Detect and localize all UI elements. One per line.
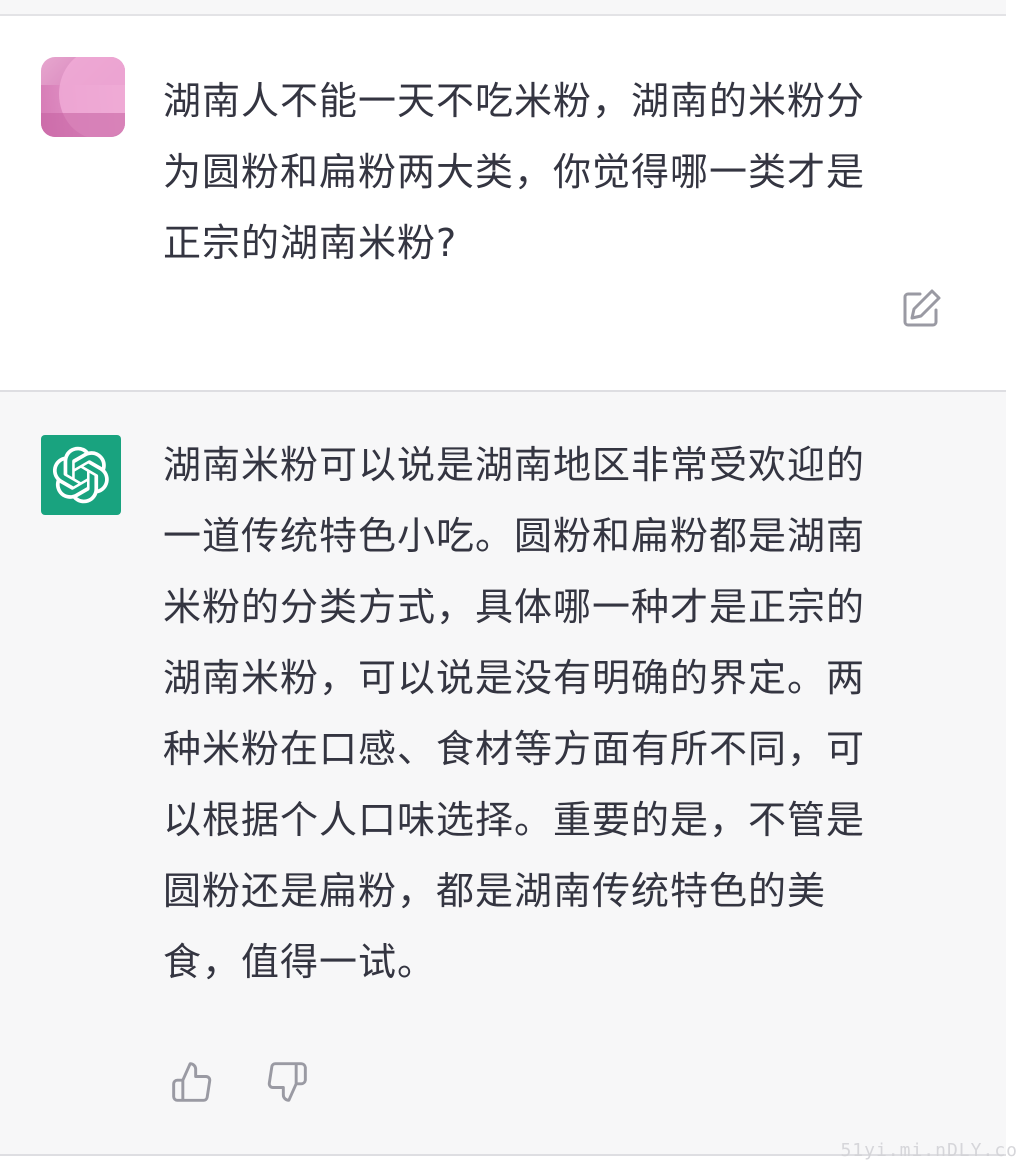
message-line: 米粉的分类方式，具体哪一种才是正宗的 <box>163 585 866 629</box>
message-line: 以根据个人口味选择。重要的是，不管是 <box>163 798 866 842</box>
thumbs-up-button[interactable] <box>170 1060 214 1104</box>
edit-icon <box>903 289 941 327</box>
message-line: 食，值得一试。 <box>163 940 437 984</box>
assistant-message-text: 湖南米粉可以说是湖南地区非常受欢迎的 一道传统特色小吃。圆粉和扁粉都是湖南 米粉… <box>163 430 923 998</box>
message-line: 正宗的湖南米粉? <box>163 221 458 265</box>
message-line: 圆粉还是扁粉，都是湖南传统特色的美 <box>163 869 827 913</box>
assistant-avatar <box>41 435 121 515</box>
thumbs-up-icon <box>172 1062 212 1102</box>
assistant-message: 湖南米粉可以说是湖南地区非常受欢迎的 一道传统特色小吃。圆粉和扁粉都是湖南 米粉… <box>0 392 1006 1156</box>
thumbs-down-button[interactable] <box>265 1060 309 1104</box>
chat-window: 湖南人不能一天不吃米粉，湖南的米粉分 为圆粉和扁粉两大类，你觉得哪一类才是 正宗… <box>0 0 1024 1167</box>
previous-message-edge <box>0 0 1006 16</box>
user-message: 湖南人不能一天不吃米粉，湖南的米粉分 为圆粉和扁粉两大类，你觉得哪一类才是 正宗… <box>0 16 1006 392</box>
message-line: 一道传统特色小吃。圆粉和扁粉都是湖南 <box>163 514 866 558</box>
user-message-text: 湖南人不能一天不吃米粉，湖南的米粉分 为圆粉和扁粉两大类，你觉得哪一类才是 正宗… <box>163 66 923 279</box>
edit-message-button[interactable] <box>899 287 943 331</box>
message-line: 湖南米粉，可以说是没有明确的界定。两 <box>163 656 866 700</box>
message-line: 湖南人不能一天不吃米粉，湖南的米粉分 <box>163 79 866 123</box>
watermark: 51yi.mi.nDLY.co <box>840 1140 1018 1161</box>
message-line: 湖南米粉可以说是湖南地区非常受欢迎的 <box>163 443 866 487</box>
avatar-shade <box>41 113 125 137</box>
user-avatar <box>41 57 125 137</box>
message-line: 种米粉在口感、食材等方面有所不同，可 <box>163 727 866 771</box>
thumbs-down-icon <box>267 1062 307 1102</box>
right-margin <box>1006 0 1024 1167</box>
message-line: 为圆粉和扁粉两大类，你觉得哪一类才是 <box>163 150 866 194</box>
openai-logo-icon <box>52 446 109 504</box>
